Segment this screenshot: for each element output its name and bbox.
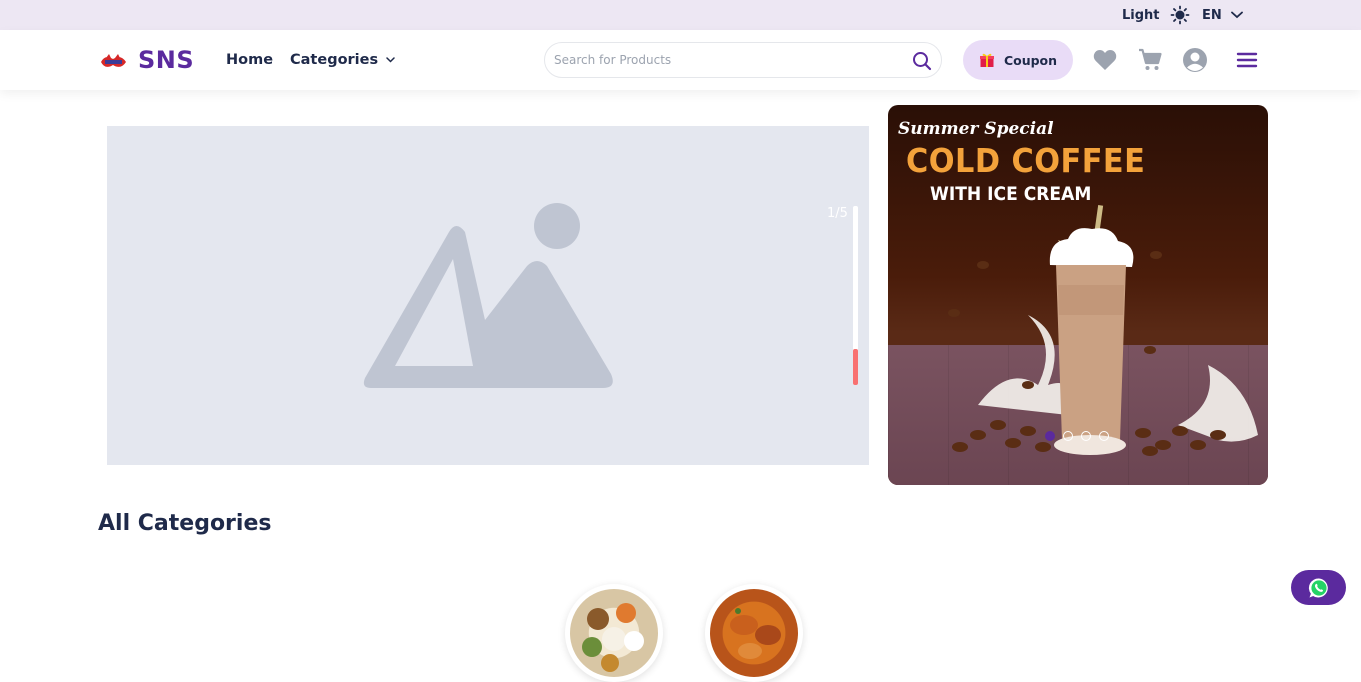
whatsapp-chat-button[interactable]	[1291, 570, 1346, 605]
promo-banner[interactable]: Summer Special COLD COFFEE WITH ICE CREA…	[888, 105, 1268, 485]
slide-progress-bar	[853, 206, 858, 385]
top-bar: Light EN	[0, 0, 1361, 30]
user-icon	[1182, 47, 1208, 73]
brand-name: SNS	[138, 46, 195, 74]
language-label: EN	[1202, 7, 1222, 23]
theme-label: Light	[1122, 7, 1160, 23]
carousel-dot-4[interactable]	[1099, 431, 1109, 441]
category-thali-image	[570, 589, 658, 677]
brand-mark-icon	[99, 45, 128, 75]
category-curry-image	[710, 589, 798, 677]
sun-icon	[1170, 5, 1190, 25]
brand-logo[interactable]: SNS	[99, 45, 194, 75]
carousel-dot-1[interactable]	[1045, 431, 1055, 441]
chevron-down-icon	[1230, 11, 1243, 19]
theme-toggle[interactable]: Light	[1122, 0, 1190, 30]
menu-icon	[1236, 52, 1258, 68]
slide-progress-fill	[853, 349, 858, 385]
coupon-button[interactable]: Coupon	[963, 40, 1073, 80]
search-input[interactable]	[554, 43, 894, 77]
carousel-dot-3[interactable]	[1081, 431, 1091, 441]
search-button[interactable]	[909, 48, 935, 74]
cold-coffee-drink-image	[918, 195, 1268, 469]
cart-button[interactable]	[1137, 47, 1163, 73]
slide-counter: 1/5	[827, 206, 848, 221]
nav-home-link[interactable]: Home	[226, 49, 273, 71]
account-button[interactable]	[1182, 47, 1208, 73]
section-title-all-categories: All Categories	[98, 511, 272, 536]
gift-icon	[979, 52, 995, 68]
promo-title: COLD COFFEE	[906, 141, 1146, 180]
coupon-label: Coupon	[1003, 52, 1058, 68]
nav-categories-label: Categories	[290, 52, 379, 68]
search-bar	[544, 42, 942, 78]
promo-script-text: Summer Special	[898, 119, 1054, 139]
carousel-dot-2[interactable]	[1063, 431, 1073, 441]
category-item[interactable]	[565, 584, 663, 682]
nav-categories-dropdown[interactable]: Categories	[290, 49, 395, 71]
language-select[interactable]: EN	[1202, 0, 1243, 30]
whatsapp-icon	[1308, 577, 1330, 599]
image-placeholder-icon	[361, 202, 617, 390]
wishlist-button[interactable]	[1092, 47, 1118, 73]
search-icon	[912, 51, 932, 71]
hero-banner-slider[interactable]	[107, 126, 869, 465]
cart-icon	[1138, 48, 1162, 72]
heart-icon	[1093, 49, 1117, 71]
category-item[interactable]	[705, 584, 803, 682]
chevron-down-icon	[386, 57, 395, 63]
promo-carousel-dots	[1045, 431, 1109, 441]
menu-button[interactable]	[1234, 47, 1260, 73]
